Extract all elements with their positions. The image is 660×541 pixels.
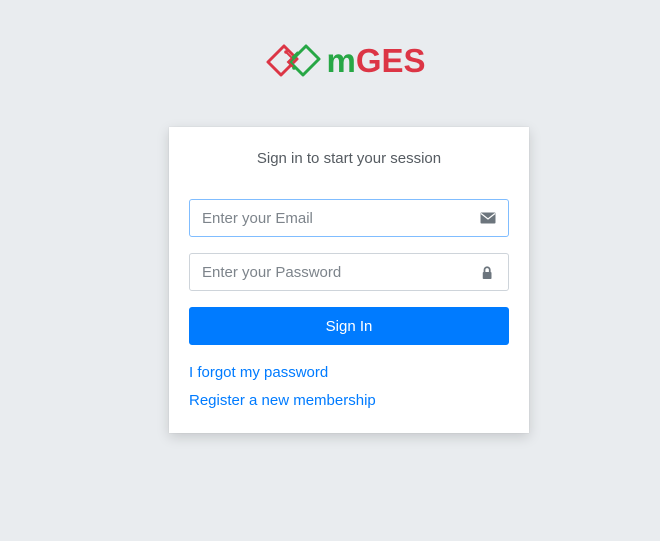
lock-icon: [482, 266, 492, 279]
register-link[interactable]: Register a new membership: [189, 392, 376, 409]
forgot-password-link[interactable]: I forgot my password: [189, 364, 328, 381]
login-card: Sign in to start your session Sign In I …: [169, 127, 529, 433]
logo-mark-icon: [266, 44, 321, 77]
password-input[interactable]: [202, 254, 462, 290]
envelope-icon: [480, 212, 496, 224]
login-box-message: Sign in to start your session: [256, 150, 442, 167]
brand-name: mGES: [326, 44, 425, 77]
brand-logo: mGES: [0, 38, 660, 82]
brand-name-prefix: m: [326, 41, 356, 79]
email-input-group: [189, 199, 509, 237]
password-input-group: [189, 253, 509, 291]
email-input[interactable]: [202, 200, 462, 236]
brand-name-suffix: GES: [355, 41, 426, 79]
sign-in-button[interactable]: Sign In: [189, 307, 509, 345]
